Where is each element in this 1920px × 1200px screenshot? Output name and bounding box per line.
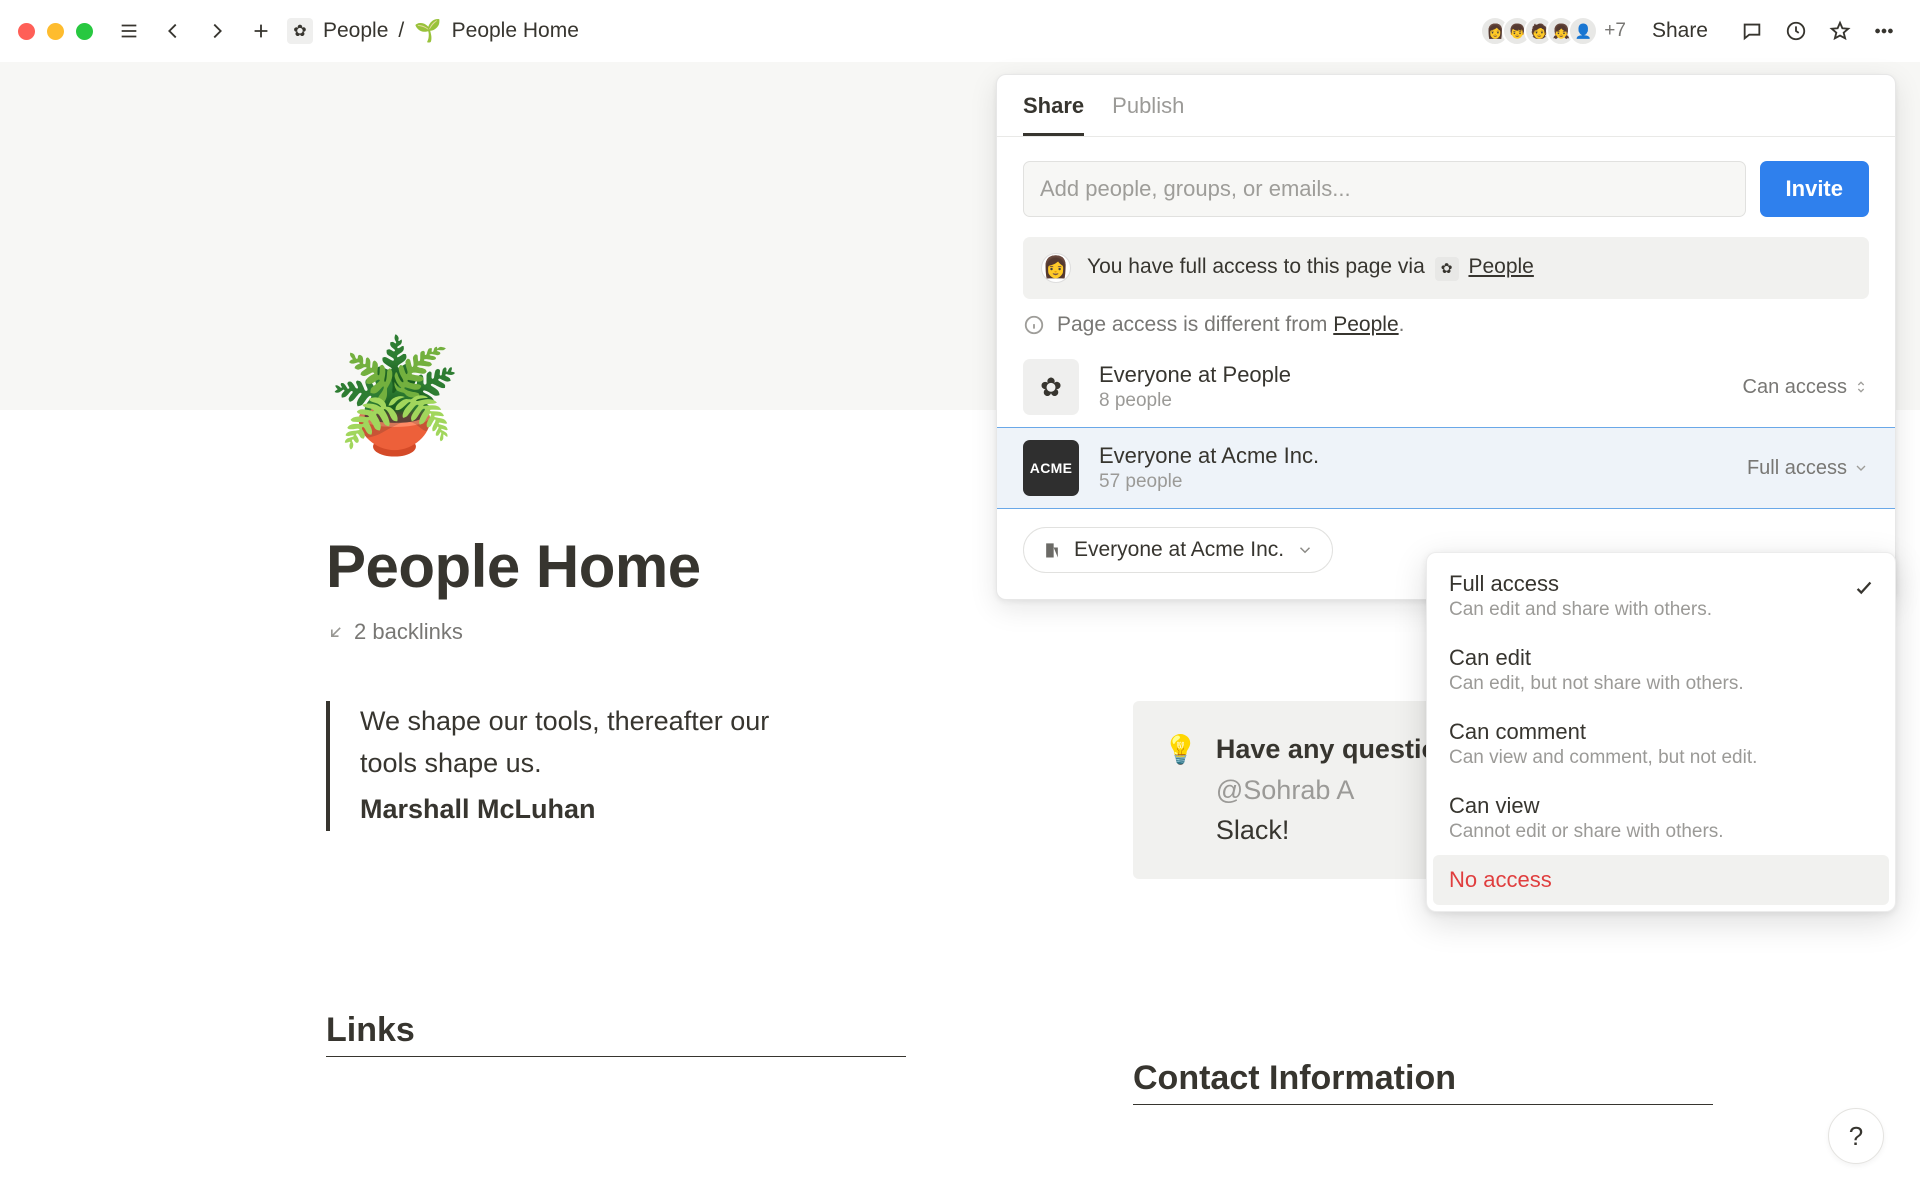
permission-row: ACME Everyone at Acme Inc. 57 people Ful…: [997, 427, 1895, 509]
share-button[interactable]: Share: [1644, 15, 1716, 47]
close-window-icon[interactable]: [18, 23, 35, 40]
access-option-full[interactable]: Full access Can edit and share with othe…: [1433, 559, 1889, 633]
tab-share[interactable]: Share: [1023, 93, 1084, 136]
maximize-window-icon[interactable]: [76, 23, 93, 40]
lightbulb-icon: 💡: [1163, 729, 1198, 851]
breadcrumb-parent[interactable]: People: [323, 19, 388, 43]
permission-count: 8 people: [1099, 390, 1291, 412]
workspace-icon: ACME: [1023, 440, 1079, 496]
sort-icon: [1853, 379, 1869, 395]
help-button[interactable]: ?: [1828, 1108, 1884, 1164]
share-popover: Share Publish Invite 👩 You have full acc…: [996, 74, 1896, 600]
quote-block[interactable]: We shape our tools, thereafter our tools…: [326, 701, 1053, 831]
avatar-overflow[interactable]: +7: [1604, 20, 1626, 42]
permission-row: ✿ Everyone at People 8 people Can access: [997, 347, 1895, 427]
permission-level-select[interactable]: Can access: [1743, 376, 1870, 399]
breadcrumb[interactable]: ✿ People / 🌱 People Home: [287, 18, 579, 44]
more-button[interactable]: [1866, 13, 1902, 49]
breadcrumb-separator: /: [398, 19, 404, 43]
access-option-comment[interactable]: Can comment Can view and comment, but no…: [1433, 707, 1889, 781]
invite-input[interactable]: [1023, 161, 1746, 217]
access-info: Page access is different from People.: [997, 309, 1895, 347]
banner-text: You have full access to this page via ✿ …: [1087, 255, 1534, 281]
favorite-button[interactable]: [1822, 13, 1858, 49]
quote-line: We shape our tools, thereafter our: [360, 701, 1053, 743]
flower-icon: ✿: [1435, 257, 1459, 281]
user-mention[interactable]: @Sohrab A: [1216, 775, 1355, 805]
tab-publish[interactable]: Publish: [1112, 93, 1184, 136]
links-heading: Links: [326, 1011, 906, 1057]
comments-button[interactable]: [1734, 13, 1770, 49]
topbar: ✿ People / 🌱 People Home 👩 👦 🧑 👧 👤 +7 Sh…: [0, 0, 1920, 62]
share-tabs: Share Publish: [997, 75, 1895, 137]
avatar: 👩: [1041, 253, 1071, 283]
breadcrumb-page-icon: 🌱: [414, 18, 441, 44]
audience-chip[interactable]: Everyone at Acme Inc.: [1023, 527, 1333, 573]
permission-count: 57 people: [1099, 471, 1319, 493]
contact-heading: Contact Information: [1133, 1059, 1713, 1105]
updates-button[interactable]: [1778, 13, 1814, 49]
chevron-down-icon: [1853, 460, 1869, 476]
quote-author: Marshall McLuhan: [360, 789, 1053, 831]
permission-level-select[interactable]: Full access: [1747, 457, 1869, 480]
invite-button[interactable]: Invite: [1760, 161, 1869, 217]
access-dropdown: Full access Can edit and share with othe…: [1426, 552, 1896, 912]
permission-name: Everyone at Acme Inc.: [1099, 443, 1319, 469]
quote-line: tools shape us.: [360, 743, 1053, 785]
new-tab-button[interactable]: [243, 13, 279, 49]
window-controls: [18, 23, 93, 40]
minimize-window-icon[interactable]: [47, 23, 64, 40]
banner-parent-link[interactable]: People: [1468, 255, 1533, 278]
info-icon: [1023, 314, 1045, 336]
permission-list: ✿ Everyone at People 8 people Can access…: [997, 347, 1895, 509]
avatar: 👤: [1568, 16, 1598, 46]
building-icon: [1042, 540, 1062, 560]
access-banner: 👩 You have full access to this page via …: [1023, 237, 1869, 299]
back-button[interactable]: [155, 13, 191, 49]
forward-button[interactable]: [199, 13, 235, 49]
access-option-view[interactable]: Can view Cannot edit or share with other…: [1433, 781, 1889, 855]
access-option-edit[interactable]: Can edit Can edit, but not share with ot…: [1433, 633, 1889, 707]
presence-avatars[interactable]: 👩 👦 🧑 👧 👤 +7: [1488, 16, 1626, 46]
permission-name: Everyone at People: [1099, 362, 1291, 388]
info-parent-link[interactable]: People: [1333, 313, 1398, 336]
chevron-down-icon: [1296, 541, 1314, 559]
breadcrumb-page[interactable]: People Home: [452, 19, 579, 43]
check-icon: [1853, 577, 1875, 604]
backlinks-label: 2 backlinks: [354, 619, 463, 645]
sidebar-toggle-button[interactable]: [111, 13, 147, 49]
group-icon: ✿: [1023, 359, 1079, 415]
backlinks-icon: [326, 622, 346, 642]
access-option-none[interactable]: No access: [1433, 855, 1889, 905]
breadcrumb-parent-icon: ✿: [287, 18, 313, 44]
